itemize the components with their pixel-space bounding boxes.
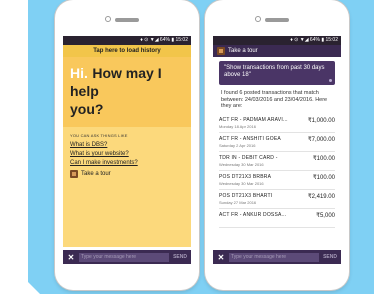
message-input[interactable] — [79, 252, 170, 262]
chat-screen-welcome: ♦ ⊙ ▼◢ 64% ▮ 15:02 Tap here to load hist… — [63, 36, 191, 264]
transaction-row[interactable]: TDR IN - DEBIT CARD - Wednesday 30 Mar 2… — [219, 152, 335, 171]
transaction-row[interactable]: POS DT21X3 BHARTI Sunday 27 Mar 2016 ₹2,… — [219, 190, 335, 209]
transaction-name: TDR IN - DEBIT CARD - — [219, 154, 278, 161]
load-history-button[interactable]: Tap here to load history — [63, 45, 191, 57]
take-tour-label: Take a tour — [228, 48, 258, 54]
transaction-date: Wednesday 30 Mar 2016 — [219, 180, 264, 186]
greeting-panel: Hi. How may I help you? — [63, 57, 191, 127]
speaker-grille — [115, 18, 139, 22]
transaction-amount: ₹7,000.00 — [307, 136, 335, 143]
transaction-amount: ₹100.00 — [312, 174, 335, 181]
suggestion-website[interactable]: What is your website? — [70, 150, 184, 159]
tour-icon — [217, 47, 225, 55]
transaction-name: POS DT21X3 BHARTI — [219, 192, 273, 199]
status-bar: ♦ ⊙ ▼◢ 64% ▮ 15:02 — [213, 36, 341, 45]
tour-icon — [70, 170, 78, 178]
transaction-amount: ₹1,000.00 — [307, 117, 335, 124]
take-tour-label: Take a tour — [81, 171, 111, 177]
bot-answer-text: I found 6 posted transactions that match… — [221, 90, 328, 109]
transaction-row[interactable]: ACT FR - ANKUR DOSSA... ₹5,000 — [219, 209, 335, 228]
transaction-row[interactable]: ACT FR - ANSHITI GOEA Saturday 2 Apr 201… — [219, 133, 335, 152]
phone-left: ♦ ⊙ ▼◢ 64% ▮ 15:02 Tap here to load hist… — [55, 0, 199, 290]
user-query-bubble: "Show transactions from past 30 days abo… — [219, 61, 335, 85]
transaction-date: Wednesday 30 Mar 2016 — [219, 161, 264, 167]
transaction-amount: ₹5,000 — [316, 212, 335, 219]
take-tour-button[interactable]: Take a tour — [70, 170, 184, 178]
message-input[interactable] — [229, 252, 320, 262]
user-query-text: "Show transactions from past 30 days abo… — [224, 65, 325, 78]
speaker-grille — [265, 18, 289, 22]
transaction-row[interactable]: POS DT21X3 BRBRA Wednesday 30 Mar 2016 ₹… — [219, 171, 335, 190]
sent-indicator-icon — [329, 79, 332, 82]
transaction-date: Saturday 2 Apr 2016 — [219, 142, 256, 148]
greeting-you: you? — [70, 101, 104, 117]
transaction-name: ACT FR - ANKUR DOSSA... — [219, 211, 287, 218]
transaction-name: ACT FR - PADMAM ARAVI... — [219, 116, 288, 123]
transaction-amount: ₹100.00 — [312, 155, 335, 162]
suggestions-panel: YOU CAN ASK THINGS LIKE What is DBS? Wha… — [63, 127, 191, 247]
transaction-list: ACT FR - PADMAM ARAVI... Monday 18 Apr 2… — [219, 114, 335, 228]
phone-right: ♦ ⊙ ▼◢ 64% ▮ 15:02 Take a tour "Show tra… — [205, 0, 349, 290]
suggestion-dbs[interactable]: What is DBS? — [70, 141, 184, 150]
transaction-name: ACT FR - ANSHITI GOEA — [219, 135, 281, 142]
transaction-date: Monday 18 Apr 2016 — [219, 123, 256, 129]
chat-screen-transactions: ♦ ⊙ ▼◢ 64% ▮ 15:02 Take a tour "Show tra… — [213, 36, 341, 264]
transaction-date: Sunday 27 Mar 2016 — [219, 199, 257, 205]
camera-icon — [255, 16, 261, 22]
transaction-name: POS DT21X3 BRBRA — [219, 173, 272, 180]
close-icon[interactable]: ✕ — [67, 253, 75, 262]
message-bar: ✕ SEND — [213, 250, 341, 264]
status-bar: ♦ ⊙ ▼◢ 64% ▮ 15:02 — [63, 36, 191, 45]
take-tour-button[interactable]: Take a tour — [213, 45, 341, 57]
transaction-amount: ₹2,419.00 — [307, 193, 335, 200]
greeting-hi: Hi. — [70, 65, 88, 81]
camera-icon — [105, 16, 111, 22]
send-button[interactable]: SEND — [323, 254, 337, 260]
close-icon[interactable]: ✕ — [217, 253, 225, 262]
transaction-row[interactable]: ACT FR - PADMAM ARAVI... Monday 18 Apr 2… — [219, 114, 335, 133]
suggestions-title: YOU CAN ASK THINGS LIKE — [70, 133, 128, 138]
suggestion-investments[interactable]: Can I make investments? — [70, 159, 184, 168]
message-bar: ✕ SEND — [63, 250, 191, 264]
send-button[interactable]: SEND — [173, 254, 187, 260]
